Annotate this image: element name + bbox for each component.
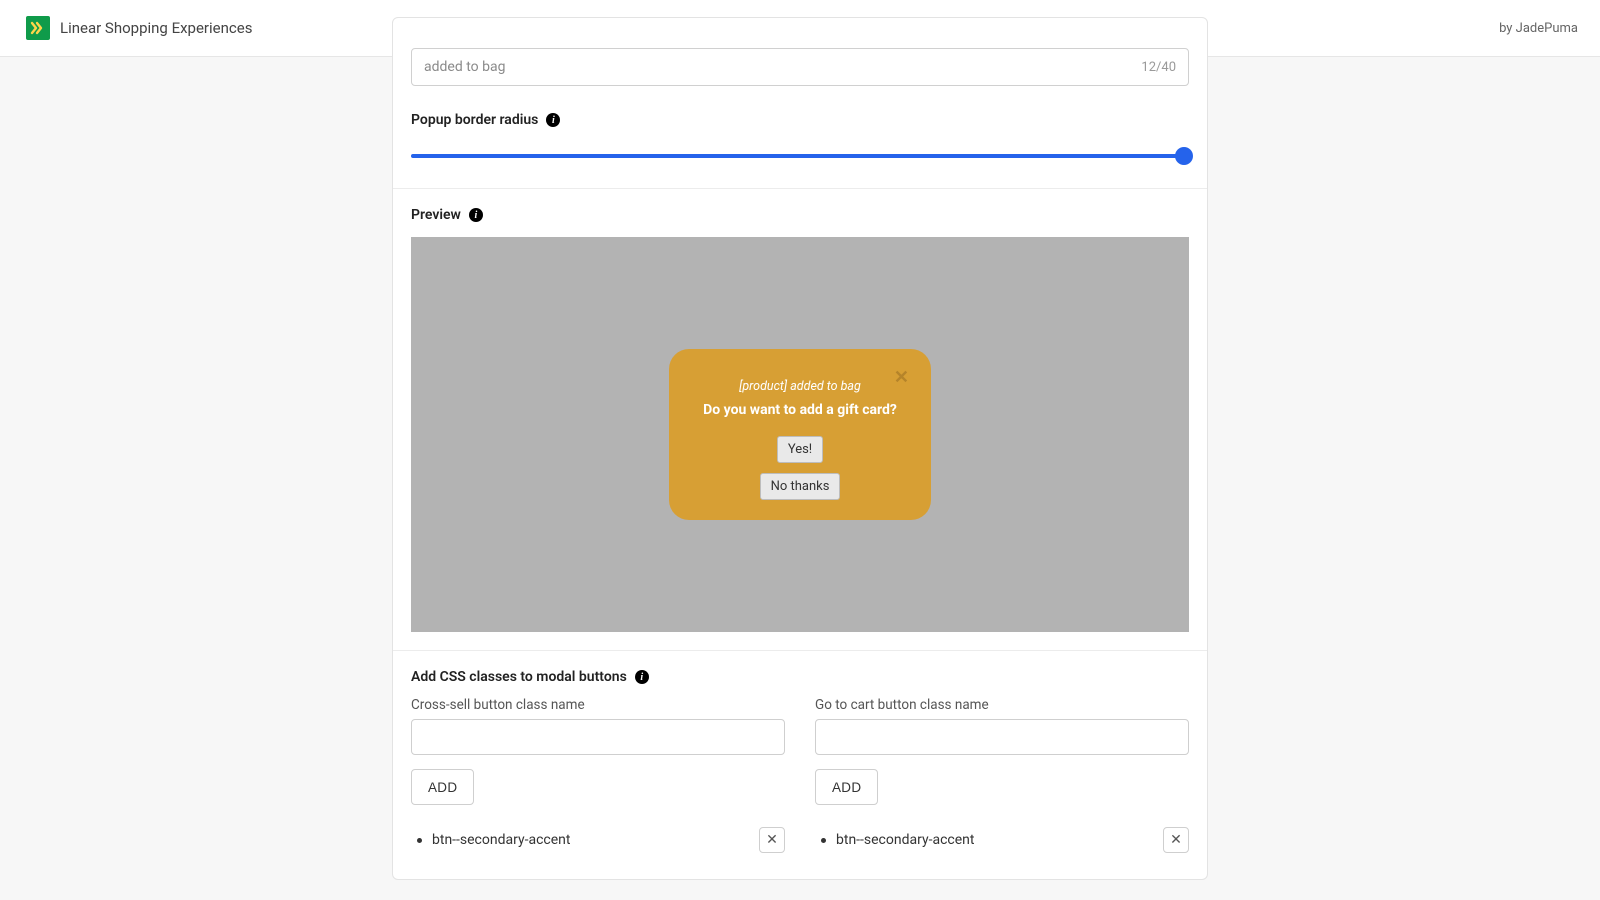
- bullet-icon: [417, 838, 422, 843]
- close-icon[interactable]: ✕: [894, 369, 909, 387]
- slider-thumb[interactable]: [1175, 147, 1193, 165]
- app-title: Linear Shopping Experiences: [60, 19, 252, 37]
- remove-class-button[interactable]: ✕: [759, 827, 785, 853]
- cross-sell-class-column: Cross-sell button class name ADD btn--se…: [411, 697, 785, 853]
- cross-sell-class-label: Cross-sell button class name: [411, 697, 785, 713]
- added-to-bag-text-input[interactable]: added to bag 12/40: [411, 48, 1189, 86]
- chevrons-icon: [30, 20, 46, 36]
- go-to-cart-class-column: Go to cart button class name ADD btn--se…: [815, 697, 1189, 853]
- cross-sell-class-input[interactable]: [411, 719, 785, 755]
- cross-sell-add-button[interactable]: ADD: [411, 769, 474, 805]
- bullet-icon: [821, 838, 826, 843]
- popup-yes-button[interactable]: Yes!: [777, 436, 823, 463]
- info-icon[interactable]: i: [469, 208, 483, 222]
- popup-no-button[interactable]: No thanks: [760, 473, 841, 500]
- preview-popup: ✕ [product] added to bag Do you want to …: [669, 349, 931, 520]
- slider-track: [411, 154, 1189, 158]
- cross-sell-class-item: btn--secondary-accent ✕: [411, 827, 785, 853]
- go-to-cart-add-button[interactable]: ADD: [815, 769, 878, 805]
- go-to-cart-class-input[interactable]: [815, 719, 1189, 755]
- info-icon[interactable]: i: [546, 113, 560, 127]
- input-char-count: 12/40: [1141, 60, 1176, 75]
- app-logo: [26, 16, 50, 40]
- class-name-text: btn--secondary-accent: [432, 832, 570, 848]
- popup-title: Do you want to add a gift card?: [689, 402, 911, 418]
- go-to-cart-class-item: btn--secondary-accent ✕: [815, 827, 1189, 853]
- input-value: added to bag: [424, 59, 505, 75]
- byline: by JadePuma: [1499, 21, 1578, 36]
- popup-subtitle: [product] added to bag: [689, 379, 911, 394]
- popup-border-radius-slider[interactable]: [411, 142, 1189, 170]
- brand: Linear Shopping Experiences: [26, 16, 252, 40]
- preview-label: Preview i: [411, 207, 1189, 223]
- info-icon[interactable]: i: [635, 670, 649, 684]
- css-classes-title: Add CSS classes to modal buttons i: [411, 669, 1189, 685]
- settings-card: added to bag 12/40 Popup border radius i…: [392, 17, 1208, 880]
- popup-border-radius-label: Popup border radius i: [411, 112, 1189, 128]
- remove-class-button[interactable]: ✕: [1163, 827, 1189, 853]
- go-to-cart-class-label: Go to cart button class name: [815, 697, 1189, 713]
- class-name-text: btn--secondary-accent: [836, 832, 974, 848]
- preview-area: ✕ [product] added to bag Do you want to …: [411, 237, 1189, 632]
